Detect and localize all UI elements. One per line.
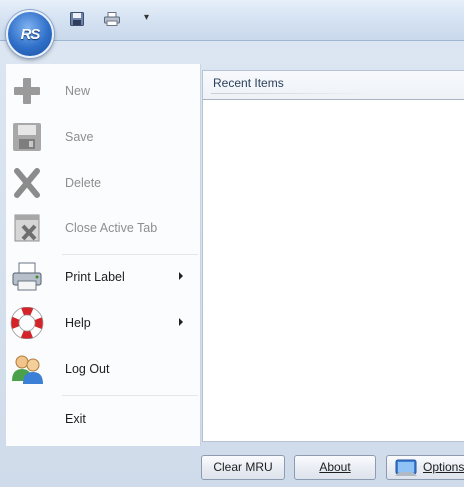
menu-item-exit[interactable]: Exit — [6, 398, 200, 440]
menu-item-label: New — [65, 84, 91, 98]
options-icon — [393, 457, 419, 487]
recent-items-list[interactable] — [203, 100, 464, 441]
printer-icon — [10, 261, 44, 293]
application-menu: New Save Delete Close Active Tab Print L… — [6, 64, 201, 446]
clear-mru-label: Clear MRU — [213, 460, 273, 474]
printer-icon[interactable] — [104, 12, 120, 29]
menu-item-print-label[interactable]: Print Label — [6, 256, 200, 298]
floppy-disk-icon[interactable] — [70, 12, 84, 29]
menu-item-close-active-tab[interactable]: Close Active Tab — [6, 207, 200, 249]
menu-item-label: Print Label — [65, 270, 125, 284]
menu-separator — [62, 254, 198, 255]
about-label: About — [319, 460, 351, 474]
close-tab-icon — [10, 212, 44, 244]
menu-item-label: Close Active Tab — [65, 221, 158, 235]
menu-item-label: Delete — [65, 176, 102, 190]
submenu-arrow-icon — [179, 318, 183, 326]
recent-items-title: Recent Items — [213, 76, 284, 90]
header-divider — [211, 93, 371, 94]
menu-item-save[interactable]: Save — [6, 116, 200, 158]
floppy-disk-icon — [10, 121, 44, 153]
x-icon — [10, 167, 44, 199]
menu-item-label: Log Out — [65, 362, 110, 376]
clear-mru-button[interactable]: Clear MRU — [201, 455, 285, 480]
recent-items-panel: Recent Items — [202, 70, 464, 442]
options-button[interactable]: Options — [386, 455, 464, 480]
menu-item-label: Help — [65, 316, 91, 330]
users-icon — [10, 353, 44, 385]
lifebuoy-icon — [10, 306, 44, 340]
submenu-arrow-icon — [179, 272, 183, 280]
application-orb-button[interactable]: RS — [6, 10, 54, 58]
menu-item-delete[interactable]: Delete — [6, 162, 200, 204]
menu-separator — [62, 395, 198, 396]
menu-item-help[interactable]: Help — [6, 302, 200, 344]
menu-item-label: Save — [65, 130, 94, 144]
menu-item-new[interactable]: New — [6, 70, 200, 112]
plus-icon — [10, 75, 44, 107]
menu-item-log-out[interactable]: Log Out — [6, 348, 200, 390]
orb-logo-text: RS — [20, 25, 41, 43]
recent-items-header: Recent Items — [203, 71, 464, 100]
menu-item-label: Exit — [65, 412, 86, 426]
title-bar: ▾ — [0, 0, 464, 41]
options-label: Options — [423, 460, 464, 474]
about-button[interactable]: About — [294, 455, 376, 480]
customize-quick-access-button[interactable]: ▾ — [144, 12, 149, 23]
